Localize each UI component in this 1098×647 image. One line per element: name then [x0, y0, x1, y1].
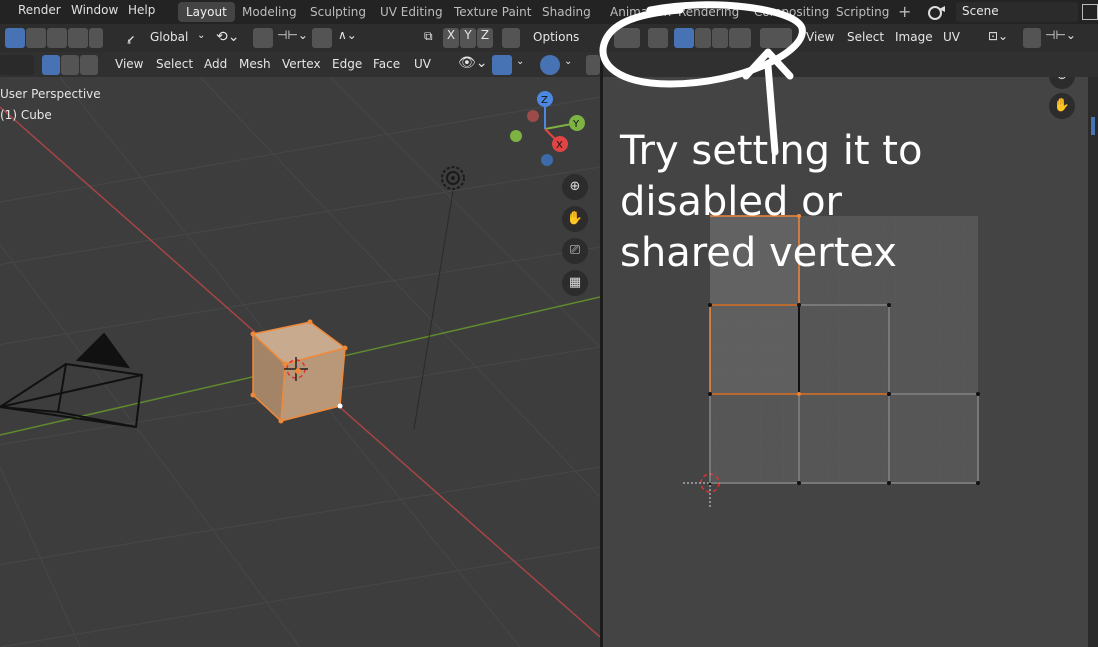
chevron-down-icon[interactable]: ⌄: [516, 56, 524, 67]
options-dropdown[interactable]: Options: [527, 28, 587, 48]
menu-edge[interactable]: Edge: [332, 57, 362, 71]
scroll-indicator[interactable]: [1091, 117, 1095, 135]
menu-render[interactable]: Render: [18, 3, 61, 17]
vertex-select-mode-icon[interactable]: [42, 55, 60, 75]
uv-snap-target-icon[interactable]: ⊣⊢⌄: [1045, 28, 1076, 42]
menu-help[interactable]: Help: [128, 3, 155, 17]
overlays-icon[interactable]: [540, 55, 560, 75]
tab-texture-paint[interactable]: Texture Paint: [446, 2, 539, 22]
uv-snap-icon[interactable]: [1023, 28, 1041, 48]
tab-modeling[interactable]: Modeling: [234, 2, 305, 22]
options-label: Options: [533, 30, 580, 44]
select-extend-mode-icon[interactable]: [26, 28, 46, 48]
snap-target-icon[interactable]: ⊣⊢⌄: [277, 28, 308, 42]
snap-toggle-icon[interactable]: [253, 28, 273, 48]
chevron-down-icon[interactable]: ⌄: [564, 56, 572, 67]
proportional-edit-icon[interactable]: [312, 28, 332, 48]
new-scene-icon[interactable]: [1082, 4, 1098, 20]
camera-object[interactable]: [0, 332, 144, 429]
face-select-mode-icon[interactable]: [80, 55, 98, 75]
light-object[interactable]: [413, 166, 465, 430]
orientation-icon: ⭹: [127, 32, 135, 46]
svg-text:Y: Y: [572, 119, 580, 130]
uv-menu-image[interactable]: Image: [895, 30, 933, 44]
scene-field[interactable]: Scene: [956, 2, 1078, 22]
select-invert-mode-icon[interactable]: [68, 28, 88, 48]
viewport-header: View Select Add Mesh Vertex Edge Face UV…: [0, 52, 600, 77]
transform-orientation-dropdown[interactable]: ⭹ Global ⌄: [127, 28, 209, 48]
navigation-gizmo[interactable]: Z Y X: [505, 89, 590, 169]
top-menubar: Render Window Help Layout Modeling Sculp…: [0, 0, 1098, 24]
scene-name: Scene: [962, 4, 999, 18]
svg-text:X: X: [556, 140, 563, 151]
grid-ortho-icon[interactable]: ▦: [562, 270, 588, 296]
view-name-label: User Perspective: [0, 87, 101, 101]
edge-select-mode-icon[interactable]: [61, 55, 79, 75]
object-name-label: (1) Cube: [0, 108, 52, 122]
menu-face[interactable]: Face: [373, 57, 400, 71]
menu-add[interactable]: Add: [204, 57, 227, 71]
axis-y-toggle[interactable]: Y: [460, 28, 476, 48]
mirror-icon[interactable]: ⧉: [424, 29, 433, 44]
uv-hand-pan-icon[interactable]: ✋: [1049, 93, 1075, 119]
annotation-text: Try setting it to disabled or shared ver…: [620, 128, 923, 276]
select-intersect-mode-icon[interactable]: [89, 28, 103, 48]
menu-mesh[interactable]: Mesh: [239, 57, 271, 71]
svg-text:Z: Z: [541, 95, 548, 106]
orientation-value: Global: [150, 30, 189, 44]
pivot-point-icon[interactable]: ⟲⌄: [216, 29, 239, 45]
tab-uv-editing[interactable]: UV Editing: [372, 2, 451, 22]
add-workspace-button[interactable]: +: [898, 2, 911, 21]
uv-pivot-icon[interactable]: ⊡⌄: [988, 29, 1008, 43]
camera-icon[interactable]: ⎚: [562, 238, 588, 264]
axis-x-toggle[interactable]: X: [443, 28, 459, 48]
tab-scripting[interactable]: Scripting: [828, 2, 897, 22]
chevron-down-icon: ⌄: [197, 30, 206, 41]
axis-z-toggle[interactable]: Z: [477, 28, 493, 48]
select-subtract-mode-icon[interactable]: [47, 28, 67, 48]
editor-mode-dropdown[interactable]: [0, 55, 34, 75]
menu-window[interactable]: Window: [71, 3, 118, 17]
cube-object[interactable]: [250, 319, 348, 424]
tool-header: ⭹ Global ⌄ ⟲⌄ ⊣⊢⌄ ∧⌄ ⧉ X Y Z Options Vie…: [0, 24, 1098, 52]
tab-layout[interactable]: Layout: [178, 2, 235, 22]
falloff-icon[interactable]: ∧⌄: [338, 28, 357, 42]
sidebar-scroll-region[interactable]: [1088, 77, 1098, 647]
menu-select[interactable]: Select: [156, 57, 193, 71]
hand-pan-icon[interactable]: ✋: [562, 206, 588, 232]
tab-sculpting[interactable]: Sculpting: [302, 2, 374, 22]
menu-vertex[interactable]: Vertex: [282, 57, 321, 71]
uv-menu-uv[interactable]: UV: [943, 30, 960, 44]
visibility-eye-icon[interactable]: 👁⌄: [458, 55, 488, 71]
menu-view[interactable]: View: [115, 57, 143, 71]
scene-icon[interactable]: [926, 3, 950, 21]
topology-mirror-icon[interactable]: [502, 28, 520, 48]
zoom-icon[interactable]: ⊕: [562, 174, 588, 200]
menu-uv[interactable]: UV: [414, 57, 431, 71]
gizmo-toggle-icon[interactable]: [492, 55, 512, 75]
uv-menu-select[interactable]: Select: [847, 30, 884, 44]
3d-viewport[interactable]: User Perspective (1) Cube Z Y X ⊕ ✋ ⎚ ▦: [0, 77, 600, 647]
select-box-mode-icon[interactable]: [5, 28, 25, 48]
